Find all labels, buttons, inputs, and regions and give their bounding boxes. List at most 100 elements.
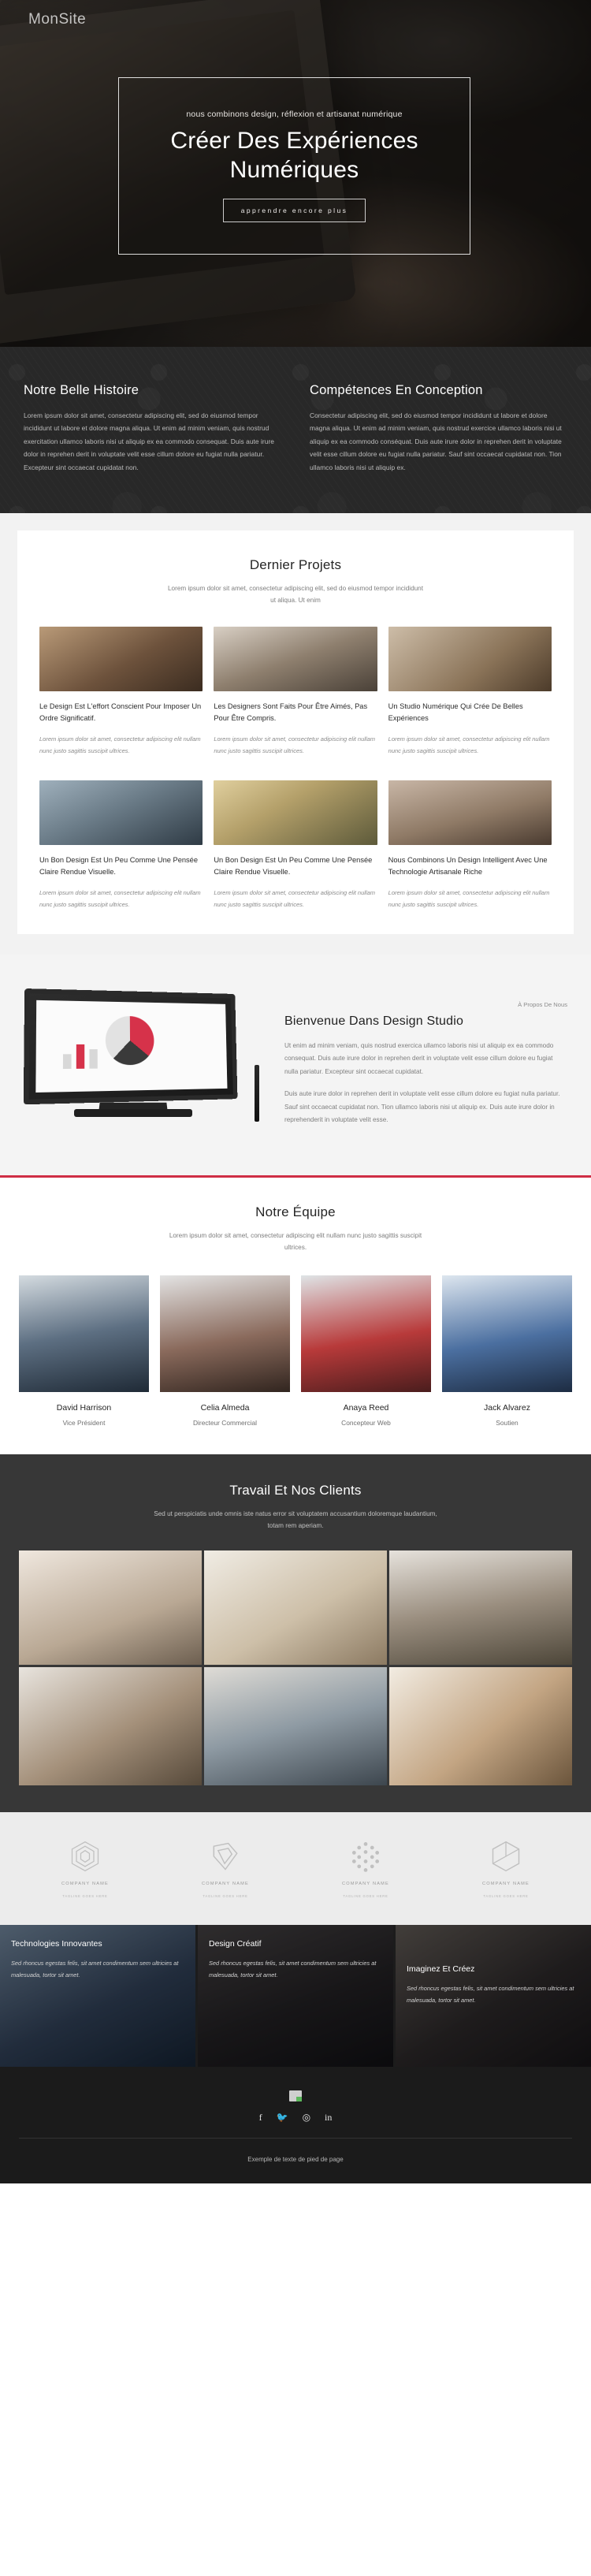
- about-heading: Bienvenue Dans Design Studio: [284, 1014, 464, 1029]
- pie-chart-icon: [105, 1015, 154, 1066]
- projects-section: Dernier Projets Lorem ipsum dolor sit am…: [0, 512, 591, 955]
- projects-row-1: Le Design Est L'effort Conscient Pour Im…: [39, 627, 552, 757]
- social-links: f 🐦 ◎ in: [19, 2113, 572, 2138]
- client-logo-tagline: Tagline goes here: [62, 1893, 108, 1898]
- intro-column-left: Notre Belle Histoire Lorem ipsum dolor s…: [24, 383, 281, 474]
- client-logo[interactable]: Company Name Tagline goes here: [19, 1839, 151, 1898]
- project-card[interactable]: Les Designers Sont Faits Pour Être Aimés…: [214, 627, 377, 757]
- project-body: Lorem ipsum dolor sit amet, consectetur …: [388, 735, 550, 755]
- project-card[interactable]: Un Bon Design Est Un Peu Comme Une Pensé…: [39, 780, 203, 910]
- gallery-image[interactable]: [389, 1666, 572, 1785]
- footer-copyright: Exemple de texte de pied de page: [247, 2155, 344, 2163]
- gallery-image[interactable]: [19, 1550, 202, 1665]
- dot-grid-icon: [351, 1841, 380, 1872]
- client-logo[interactable]: Company Name Tagline goes here: [440, 1839, 572, 1898]
- feature-body: Sed rhoncus egestas felis, sit amet cond…: [11, 1959, 179, 1979]
- gallery-image[interactable]: [389, 1550, 572, 1665]
- hero-cta-button[interactable]: apprendre encore plus: [222, 199, 366, 223]
- team-member-name: David Harrison: [56, 1403, 112, 1413]
- linkedin-icon[interactable]: in: [325, 2113, 332, 2122]
- page-root: MonSite nous combinons design, réflexion…: [0, 0, 591, 2183]
- about-paragraph-1: Ut enim ad minim veniam, quis nostrud ex…: [284, 1042, 554, 1075]
- team-member[interactable]: David Harrison Vice Président: [19, 1275, 149, 1428]
- projects-subtitle: Lorem ipsum dolor sit amet, consectetur …: [167, 584, 424, 605]
- clients-subtitle: Sed ut perspiciatis unde omnis iste natu…: [154, 1509, 437, 1529]
- bar-chart-icon: [89, 1048, 98, 1069]
- hero-title: Créer Des Expériences Numériques: [170, 127, 418, 183]
- team-member-role: Concepteur Web: [341, 1419, 391, 1428]
- team-member-name: Jack Alvarez: [484, 1403, 530, 1413]
- gallery-row-1: [19, 1550, 572, 1665]
- project-body: Lorem ipsum dolor sit amet, consectetur …: [39, 735, 201, 755]
- instagram-icon[interactable]: ◎: [303, 2113, 310, 2122]
- intro-columns: Notre Belle Histoire Lorem ipsum dolor s…: [24, 383, 567, 474]
- feature-card[interactable]: Technologies Innovantes Sed rhoncus eges…: [0, 1924, 195, 2067]
- project-thumbnail: [388, 780, 552, 846]
- team-member[interactable]: Jack Alvarez Soutien: [442, 1275, 572, 1428]
- clients-section: Travail Et Nos Clients Sed ut perspiciat…: [0, 1454, 591, 1812]
- footer-bottom: Exemple de texte de pied de page: [19, 2139, 572, 2183]
- client-logo-tagline: Tagline goes here: [483, 1893, 529, 1898]
- project-title: Un Studio Numérique Qui Crée De Belles E…: [388, 702, 523, 723]
- feature-card[interactable]: Imaginez Et Créez Sed rhoncus egestas fe…: [396, 1924, 591, 2067]
- feature-title: Technologies Innovantes: [11, 1938, 102, 1949]
- intro-section: Notre Belle Histoire Lorem ipsum dolor s…: [0, 347, 591, 513]
- team-member-name: Anaya Reed: [343, 1403, 389, 1413]
- about-copy: À Propos De Nous Bienvenue Dans Design S…: [284, 1001, 567, 1126]
- project-body: Lorem ipsum dolor sit amet, consectetur …: [214, 888, 376, 908]
- hero-section: MonSite nous combinons design, réflexion…: [0, 0, 591, 347]
- team-member-role: Soutien: [496, 1419, 519, 1428]
- gallery-image[interactable]: [19, 1666, 202, 1785]
- project-title: Nous Combinons Un Design Intelligent Ave…: [388, 856, 548, 876]
- hero-content-box: nous combinons design, réflexion et arti…: [118, 77, 470, 255]
- feature-title: Design Créatif: [209, 1938, 262, 1949]
- feature-card[interactable]: Design Créatif Sed rhoncus egestas felis…: [198, 1924, 393, 2067]
- twitter-icon[interactable]: 🐦: [277, 2113, 288, 2122]
- project-card[interactable]: Nous Combinons Un Design Intelligent Ave…: [388, 780, 552, 910]
- site-logo[interactable]: MonSite: [28, 11, 86, 28]
- intro-left-body: Lorem ipsum dolor sit amet, consectetur …: [24, 411, 275, 471]
- client-logo-name: Company Name: [342, 1881, 389, 1886]
- project-card[interactable]: Le Design Est L'effort Conscient Pour Im…: [39, 627, 203, 757]
- gallery-image[interactable]: [204, 1550, 387, 1665]
- gallery-image[interactable]: [204, 1666, 387, 1785]
- project-body: Lorem ipsum dolor sit amet, consectetur …: [388, 888, 550, 908]
- client-logo-name: Company Name: [482, 1881, 530, 1886]
- footer-logo-icon: [289, 2090, 302, 2101]
- features-section: Technologies Innovantes Sed rhoncus eges…: [0, 1924, 591, 2067]
- intro-column-right: Compétences En Conception Consectetur ad…: [310, 383, 567, 474]
- intro-right-heading: Compétences En Conception: [310, 383, 483, 397]
- projects-title: Dernier Projets: [249, 557, 342, 572]
- clients-title: Travail Et Nos Clients: [229, 1482, 362, 1498]
- avatar: [19, 1275, 149, 1393]
- team-member-role: Directeur Commercial: [193, 1419, 257, 1428]
- stylus-icon: [255, 1064, 259, 1122]
- project-title: Un Bon Design Est Un Peu Comme Une Pensé…: [39, 856, 199, 876]
- projects-row-2: Un Bon Design Est Un Peu Comme Une Pensé…: [39, 780, 552, 910]
- feature-body: Sed rhoncus egestas felis, sit amet cond…: [407, 1984, 574, 2004]
- bar-chart-icon: [62, 1054, 72, 1069]
- client-logo[interactable]: Company Name Tagline goes here: [159, 1839, 292, 1898]
- chevron-shield-icon: [213, 1842, 238, 1871]
- project-thumbnail: [214, 627, 377, 692]
- project-card[interactable]: Un Studio Numérique Qui Crée De Belles E…: [388, 627, 552, 757]
- client-logo-name: Company Name: [61, 1881, 109, 1886]
- team-member[interactable]: Celia Almeda Directeur Commercial: [160, 1275, 290, 1428]
- intro-right-body: Consectetur adipiscing elit, sed do eius…: [310, 411, 562, 471]
- client-logo[interactable]: Company Name Tagline goes here: [299, 1839, 432, 1898]
- team-member-name: Celia Almeda: [200, 1403, 250, 1413]
- client-logo-tagline: Tagline goes here: [343, 1893, 388, 1898]
- client-logos-section: Company Name Tagline goes here Company N…: [0, 1811, 591, 1925]
- team-member[interactable]: Anaya Reed Concepteur Web: [301, 1275, 431, 1428]
- project-title: Un Bon Design Est Un Peu Comme Une Pensé…: [214, 856, 373, 876]
- team-section: Notre Équipe Lorem ipsum dolor sit amet,…: [0, 1177, 591, 1454]
- feature-title: Imaginez Et Créez: [407, 1964, 475, 1974]
- about-kicker: À Propos De Nous: [518, 1001, 567, 1009]
- avatar: [160, 1275, 290, 1393]
- feature-body: Sed rhoncus egestas felis, sit amet cond…: [209, 1959, 377, 1979]
- hexagon-icon: [492, 1841, 520, 1872]
- project-thumbnail: [39, 627, 203, 692]
- about-section: À Propos De Nous Bienvenue Dans Design S…: [0, 954, 591, 1175]
- facebook-icon[interactable]: f: [259, 2113, 262, 2122]
- project-card[interactable]: Un Bon Design Est Un Peu Comme Une Pensé…: [214, 780, 377, 910]
